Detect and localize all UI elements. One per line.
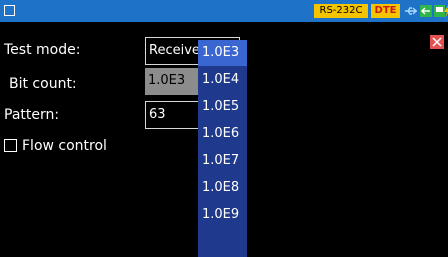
bit-count-select[interactable]: 1.0E3 <box>145 68 199 95</box>
close-icon[interactable] <box>430 35 444 49</box>
pattern-label: Pattern: <box>4 107 60 123</box>
dropdown-option[interactable]: 1.0E9 <box>198 202 247 228</box>
pattern-input[interactable]: 63 <box>145 101 199 129</box>
square-icon <box>4 5 15 16</box>
dte-badge: DTE <box>371 4 400 18</box>
status-bar: RS-232C DTE <box>0 0 448 22</box>
interface-badge: RS-232C <box>314 4 368 18</box>
bit-count-dropdown: 1.0E3 1.0E4 1.0E5 1.0E6 1.0E7 1.0E8 1.0E… <box>198 40 247 257</box>
bit-count-label: Bit count: <box>9 76 77 92</box>
dropdown-option[interactable]: 1.0E6 <box>198 121 247 147</box>
dropdown-option[interactable]: 1.0E7 <box>198 148 247 174</box>
usb-icon <box>405 7 417 15</box>
test-mode-label: Test mode: <box>4 42 81 58</box>
dropdown-option[interactable]: 1.0E3 <box>198 40 247 66</box>
battery-icon <box>444 5 448 18</box>
connection-icon <box>420 5 432 17</box>
dropdown-option[interactable]: 1.0E4 <box>198 67 247 93</box>
dropdown-option[interactable]: 1.0E5 <box>198 94 247 120</box>
flow-control-label: Flow control <box>22 138 107 154</box>
flow-control-checkbox[interactable] <box>4 139 17 152</box>
dropdown-option[interactable]: 1.0E8 <box>198 175 247 201</box>
